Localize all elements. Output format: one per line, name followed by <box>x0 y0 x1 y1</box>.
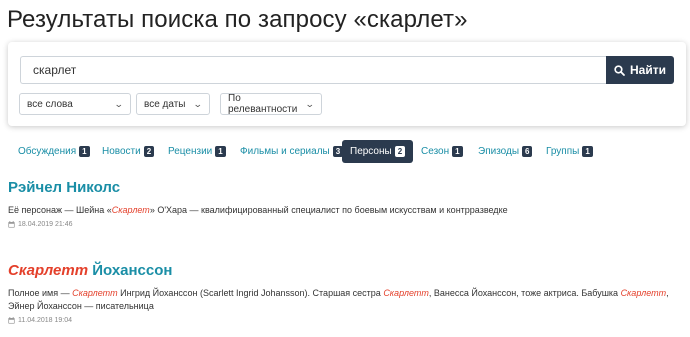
search-icon <box>614 64 625 76</box>
calendar-icon <box>8 317 15 324</box>
tab-persons[interactable]: Персоны 2 <box>342 140 414 163</box>
tab-news[interactable]: Новости 2 <box>94 140 162 163</box>
chevron-down-icon: ⌄ <box>305 98 316 109</box>
count-badge: 6 <box>522 146 533 157</box>
result-date: 11.04.2018 19:04 <box>8 317 678 324</box>
sort-select[interactable]: По релевантности ⌄ <box>220 93 322 115</box>
tab-label: Сезон <box>421 146 450 157</box>
words-filter-select[interactable]: все слова ⌄ <box>19 93 131 115</box>
tab-groups[interactable]: Группы 1 <box>538 140 601 163</box>
tab-label: Фильмы и сериалы <box>240 146 330 157</box>
count-badge: 1 <box>79 146 90 157</box>
query-highlight: Скарлет <box>111 205 150 215</box>
date-text: 18.04.2019 21:46 <box>18 221 73 228</box>
result-date: 18.04.2019 21:46 <box>8 221 678 228</box>
query-highlight: Скарлетт <box>8 262 89 279</box>
query-highlight: Скарлетт <box>620 288 667 298</box>
search-panel: Найти все слова ⌄ все даты ⌄ По релевант… <box>8 42 686 126</box>
tab-reviews[interactable]: Рецензии 1 <box>160 140 234 163</box>
date-text: 11.04.2018 19:04 <box>18 317 72 324</box>
tab-discussions[interactable]: Обсуждения 1 <box>10 140 98 163</box>
title-text: Рэйчел Николс <box>8 179 121 196</box>
tab-label: Персоны <box>350 146 392 157</box>
tab-label: Эпизоды <box>478 146 520 157</box>
count-badge: 1 <box>452 146 463 157</box>
query-highlight: Скарлетт <box>72 288 118 298</box>
calendar-icon <box>8 221 15 228</box>
tab-label: Группы <box>546 146 580 157</box>
search-input[interactable] <box>20 56 606 84</box>
count-badge: 2 <box>394 146 406 157</box>
result-title-link[interactable]: Рэйчел Николс <box>8 179 678 196</box>
count-badge: 2 <box>143 146 155 157</box>
result-description: Полное имя — Скарлетт Ингрид Йоханссон (… <box>8 287 678 313</box>
query-highlight: Скарлетт <box>383 288 429 298</box>
search-button-label: Найти <box>630 63 666 77</box>
tab-label: Новости <box>102 146 141 157</box>
chevron-down-icon: ⌄ <box>114 98 125 109</box>
tab-season[interactable]: Сезон 1 <box>413 140 471 163</box>
desc-text: Ингрид Йоханссон (Scarlett Ingrid Johans… <box>117 288 384 298</box>
chevron-down-icon: ⌄ <box>193 98 204 109</box>
dates-filter-value: все даты <box>144 98 186 110</box>
tab-episodes[interactable]: Эпизоды 6 <box>470 140 540 163</box>
search-result: Скарлетт Йоханссон Полное имя — Скарлетт… <box>8 262 678 324</box>
count-badge: 1 <box>582 146 593 157</box>
tab-label: Рецензии <box>168 146 213 157</box>
words-filter-value: все слова <box>27 98 73 110</box>
desc-text: » О'Хара — квалифицированный специалист … <box>149 205 508 215</box>
search-button[interactable]: Найти <box>606 56 674 84</box>
desc-text: Её персонаж — Шейна « <box>8 205 112 215</box>
result-title-link[interactable]: Скарлетт Йоханссон <box>8 262 678 279</box>
desc-text: , Ванесса Йоханссон, тоже актриса. Бабуш… <box>428 288 621 298</box>
page-title: Результаты поиска по запросу «скарлет» <box>7 6 468 33</box>
desc-text: Полное имя — <box>8 288 73 298</box>
title-text: Йоханссон <box>88 262 173 279</box>
dates-filter-select[interactable]: все даты ⌄ <box>136 93 210 115</box>
count-badge: 1 <box>215 146 226 157</box>
result-description: Её персонаж — Шейна «Скарлет» О'Хара — к… <box>8 204 678 217</box>
tab-films-series[interactable]: Фильмы и сериалы 3 <box>232 140 351 163</box>
search-result: Рэйчел Николс Её персонаж — Шейна «Скарл… <box>8 179 678 228</box>
sort-value: По релевантности <box>228 93 298 115</box>
tab-label: Обсуждения <box>18 146 77 157</box>
